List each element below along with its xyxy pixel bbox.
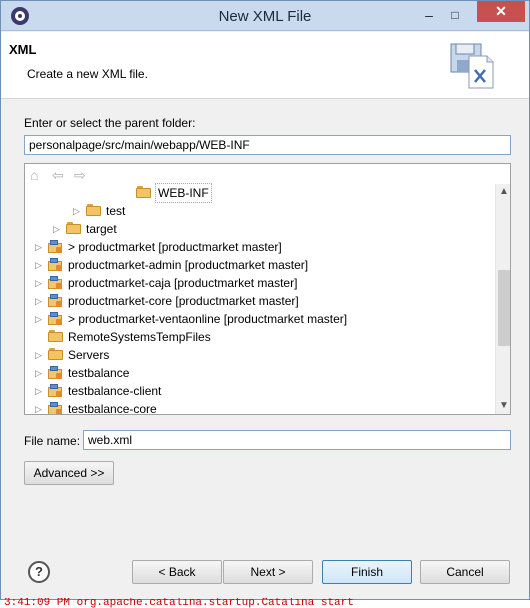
expand-icon[interactable]: ▷	[35, 238, 45, 256]
advanced-button[interactable]: Advanced >>	[24, 461, 114, 485]
tree-row-label: WEB-INF	[155, 183, 212, 203]
minimize-button[interactable]: ‒	[416, 5, 442, 25]
tree-row[interactable]: ▷ testbalance	[35, 364, 485, 382]
tree-row-label: testbalance-client	[68, 384, 162, 398]
tree-row-label: target	[86, 222, 117, 236]
help-icon[interactable]: ?	[28, 561, 50, 583]
file-name-input[interactable]: web.xml	[83, 430, 511, 450]
tree-row[interactable]: ▷ testbalance-client	[35, 382, 485, 400]
folder-icon	[66, 222, 82, 236]
tree-row[interactable]: ▷ productmarket-core [productmarket maste…	[35, 292, 485, 310]
tree-row[interactable]: ▷ productmarket-admin [productmarket mast…	[35, 256, 485, 274]
expand-icon[interactable]: ▷	[35, 310, 45, 328]
console-output: 3:41:09 PM org.apache.catalina.startup.C…	[4, 598, 354, 608]
wizard-description: Create a new XML file.	[27, 67, 148, 81]
project-icon	[48, 384, 64, 398]
folder-open-icon	[136, 186, 152, 200]
tree-row-label: > productmarket-ventaonline [productmark…	[68, 312, 348, 326]
cancel-button[interactable]: Cancel	[420, 560, 510, 584]
expand-icon[interactable]: ▷	[35, 400, 45, 414]
expand-icon[interactable]: ▷	[35, 292, 45, 310]
tree-row[interactable]: ▷ > productmarket [productmarket master]	[35, 238, 485, 256]
tree-row[interactable]: RemoteSystemsTempFiles	[35, 328, 485, 346]
folder-icon	[48, 348, 64, 362]
close-button[interactable]: ✕	[477, 1, 525, 22]
folder-icon	[86, 204, 102, 218]
tree-row-label: productmarket-caja [productmarket master…	[68, 276, 298, 290]
maximize-button[interactable]: □	[442, 5, 468, 25]
expand-icon[interactable]: ▷	[35, 256, 45, 274]
tree-row[interactable]: ▷ target	[53, 220, 485, 238]
scroll-up-icon[interactable]: ▲	[496, 184, 510, 200]
scroll-down-icon[interactable]: ▼	[496, 398, 510, 414]
tree-row[interactable]: WEB-INF	[123, 183, 485, 203]
tree-row-label: test	[106, 204, 126, 218]
project-icon	[48, 312, 64, 326]
project-icon	[48, 276, 64, 290]
tree-row-label: productmarket-admin [productmarket maste…	[68, 258, 309, 272]
tree-row-label: testbalance-core	[68, 402, 157, 415]
tree-row[interactable]: ▷ test	[73, 202, 485, 220]
finish-button[interactable]: Finish	[322, 560, 412, 584]
expand-icon[interactable]: ▷	[53, 220, 63, 238]
tree-row[interactable]: ▷ productmarket-caja [productmarket maste…	[35, 274, 485, 292]
back-arrow-icon[interactable]: ⇦	[52, 167, 64, 184]
tree-row-label: > productmarket [productmarket master]	[68, 240, 282, 254]
tree-row[interactable]: ▷ testbalance-core	[35, 400, 485, 415]
tree-scrollbar[interactable]: ▲ ▼	[495, 184, 510, 414]
folder-tree[interactable]: ⌂ ⇦ ⇨ WEB-INF ▷ test ▷ target ▷ > productmarke…	[24, 163, 511, 415]
project-icon	[48, 294, 64, 308]
parent-folder-label: Enter or select the parent folder:	[24, 116, 196, 130]
title-bar[interactable]: New XML File ‒ □ ✕	[1, 1, 529, 31]
expand-icon[interactable]: ▷	[35, 346, 45, 364]
expand-icon[interactable]: ▷	[35, 382, 45, 400]
new-xml-file-dialog: New XML File ‒ □ ✕ XML Create a new XML …	[0, 0, 530, 600]
tree-row[interactable]: ▷ Servers	[35, 346, 485, 364]
wizard-title: XML	[9, 42, 37, 57]
project-icon	[48, 258, 64, 272]
tree-row[interactable]: ▷ > productmarket-ventaonline [productmar…	[35, 310, 485, 328]
scroll-thumb[interactable]	[498, 270, 510, 346]
tree-row-label: productmarket-core [productmarket master…	[68, 294, 299, 308]
next-button[interactable]: Next >	[223, 560, 313, 584]
project-icon	[48, 402, 64, 414]
home-icon[interactable]: ⌂	[30, 167, 38, 183]
file-name-label: File name:	[24, 434, 81, 448]
parent-folder-input[interactable]: personalpage/src/main/webapp/WEB-INF	[24, 135, 511, 155]
folder-icon	[48, 330, 64, 344]
forward-arrow-icon[interactable]: ⇨	[74, 167, 86, 184]
expand-icon[interactable]: ▷	[35, 274, 45, 292]
wizard-header: XML Create a new XML file.	[1, 32, 529, 99]
back-button[interactable]: < Back	[132, 560, 222, 584]
tree-row-label: RemoteSystemsTempFiles	[68, 330, 211, 344]
tree-row-label: Servers	[68, 348, 110, 362]
project-icon	[48, 366, 64, 380]
expand-icon[interactable]: ▷	[35, 364, 45, 382]
expand-icon[interactable]: ▷	[73, 202, 83, 220]
project-icon	[48, 240, 64, 254]
xml-wizard-icon	[450, 43, 494, 89]
tree-row-label: testbalance	[68, 366, 130, 380]
